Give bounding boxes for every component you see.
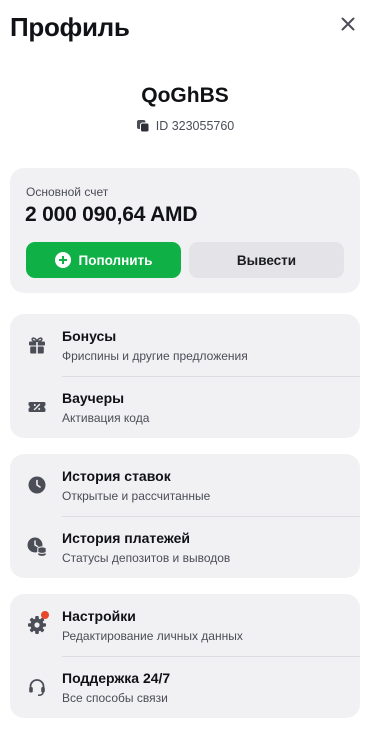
main-account-card: Основной счет 2 000 090,64 AMD Пополнить… [10,168,360,293]
user-id-copy[interactable]: ID 323055760 [0,119,370,133]
menu-group-settings: Настройки Редактирование личных данных П… [10,594,360,718]
username: QoGhBS [141,84,229,107]
account-label: Основной счет [26,185,109,199]
menu-item-subtitle: Фриспины и другие предложения [62,349,248,363]
account-balance: 2 000 090,64 AMD [25,203,198,226]
copy-icon [136,120,150,133]
clock-icon [26,474,48,496]
menu-item-subtitle: Статусы депозитов и выводов [62,551,231,565]
deposit-label: Пополнить [78,252,153,268]
payment-history-icon [26,536,48,558]
user-id: ID 323055760 [155,119,235,133]
deposit-button[interactable]: Пополнить [26,242,181,278]
voucher-icon [26,396,48,418]
menu-item-settings[interactable]: Настройки Редактирование личных данных [10,594,360,656]
gift-icon [26,334,48,356]
menu-group-bonuses: Бонусы Фриспины и другие предложения Вау… [10,314,360,438]
menu-item-subtitle: Открытые и рассчитанные [62,489,211,503]
close-icon [341,17,355,31]
menu-item-payment-history[interactable]: История платежей Статусы депозитов и выв… [10,516,360,578]
menu-group-history: История ставок Открытые и рассчитанные И… [10,454,360,578]
headset-icon [26,676,48,698]
withdraw-button[interactable]: Вывести [189,242,344,278]
menu-item-subtitle: Редактирование личных данных [62,629,243,643]
close-button[interactable] [336,12,360,36]
gear-icon [26,611,49,636]
menu-item-vouchers[interactable]: Ваучеры Активация кода [10,376,360,438]
menu-item-support[interactable]: Поддержка 24/7 Все способы связи [10,656,360,718]
menu-item-bet-history[interactable]: История ставок Открытые и рассчитанные [10,454,360,516]
menu-item-title: Бонусы [62,328,117,344]
menu-item-bonuses[interactable]: Бонусы Фриспины и другие предложения [10,314,360,376]
menu-item-subtitle: Все способы связи [62,691,168,705]
page-title: Профиль [10,12,130,42]
menu-item-title: Настройки [62,608,136,624]
menu-item-title: Ваучеры [62,390,125,406]
header: Профиль [0,0,370,56]
withdraw-label: Вывести [236,252,297,268]
user-info: QoGhBS ID 323055760 [0,84,370,133]
menu-item-subtitle: Активация кода [62,411,150,425]
menu-item-title: История платежей [62,530,191,546]
menu-item-title: Поддержка 24/7 [62,670,171,686]
menu-item-title: История ставок [62,468,171,484]
notification-dot [41,611,49,619]
plus-circle-icon [54,252,71,268]
